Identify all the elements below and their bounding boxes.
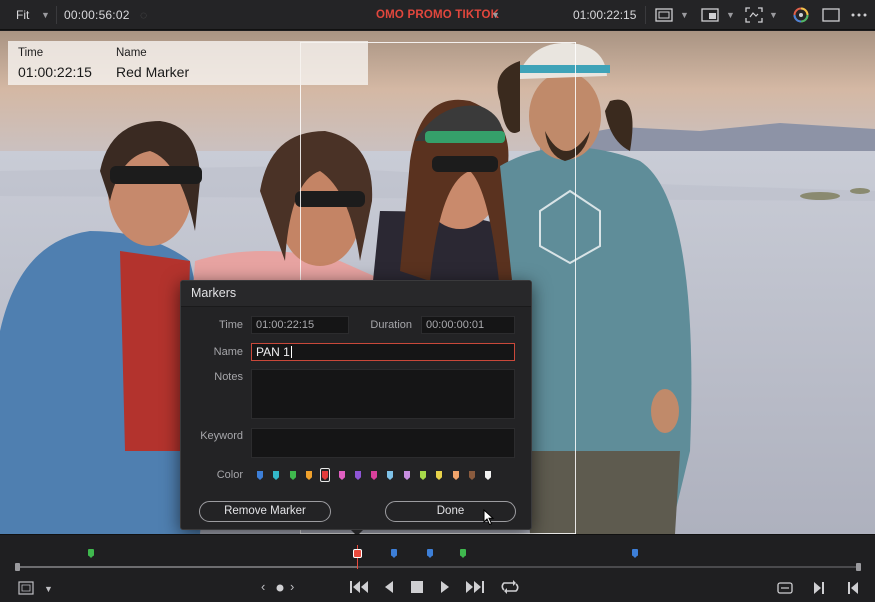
chevron-down-icon[interactable]: ▼	[44, 581, 53, 597]
color-swatch[interactable]	[339, 471, 345, 480]
timeline-name[interactable]: OMO PROMO TIKTOK	[376, 0, 499, 30]
notes-textarea[interactable]	[251, 369, 515, 419]
chevron-down-icon[interactable]: ▼	[41, 0, 50, 30]
previous-frame-icon[interactable]	[846, 581, 860, 595]
color-wheel-icon[interactable]	[792, 7, 810, 23]
markers-dialog: Markers Time 01:00:22:15 Duration 00:00:…	[180, 280, 532, 536]
chevron-down-icon[interactable]: ▼	[769, 0, 778, 30]
marker-info-overlay: Time Name 01:00:22:15 Red Marker	[8, 41, 368, 85]
duration-label: Duration	[370, 319, 412, 331]
record-timecode: 01:00:22:15	[573, 8, 637, 22]
loop-icon[interactable]	[500, 579, 520, 595]
marker-dot-icon[interactable]	[276, 584, 284, 592]
color-swatch[interactable]	[436, 471, 442, 480]
viewer-header: Fit ▼ 00:00:56:02 ◌ OMO PROMO TIKTOK ▼ 0…	[0, 0, 875, 30]
selected-color-indicator	[320, 468, 330, 482]
mini-timeline: ▼ ‹ ›	[0, 534, 875, 602]
chevron-down-icon[interactable]: ▼	[491, 0, 500, 30]
remove-marker-button[interactable]: Remove Marker	[199, 501, 331, 522]
color-swatch[interactable]	[420, 471, 426, 480]
divider	[56, 6, 57, 24]
time-label: Time	[218, 319, 243, 331]
transform-icon[interactable]	[745, 7, 763, 23]
go-to-end-icon[interactable]	[465, 580, 485, 594]
mouse-cursor-icon	[483, 509, 495, 526]
color-swatch[interactable]	[404, 471, 410, 480]
color-swatch[interactable]	[355, 471, 361, 480]
notes-label: Notes	[214, 371, 243, 383]
match-frame-icon[interactable]	[776, 581, 794, 595]
color-swatch[interactable]	[387, 471, 393, 480]
color-swatch[interactable]	[453, 471, 459, 480]
keyword-label: Keyword	[200, 430, 243, 442]
timeline-marker[interactable]	[632, 549, 638, 558]
divider	[645, 6, 646, 24]
timeline-marker[interactable]	[88, 549, 94, 558]
timeline-marker[interactable]	[391, 549, 397, 558]
color-swatch[interactable]	[371, 471, 377, 480]
in-handle[interactable]	[15, 563, 20, 571]
time-field: 01:00:22:15	[251, 316, 349, 334]
next-marker-button[interactable]: ›	[290, 579, 294, 595]
playhead-handle[interactable]	[353, 549, 362, 558]
play-reverse-icon[interactable]	[383, 580, 395, 594]
out-handle[interactable]	[856, 563, 861, 571]
name-label: Name	[213, 346, 243, 358]
safe-area-icon[interactable]	[18, 581, 34, 595]
previous-marker-button[interactable]: ‹	[261, 579, 265, 595]
color-swatch[interactable]	[257, 471, 263, 480]
source-duration-timecode: 00:00:56:02	[64, 8, 130, 22]
color-swatch[interactable]	[273, 471, 279, 480]
overlay-time-value: 01:00:22:15	[18, 64, 92, 80]
timecode-options-icon[interactable]: ◌	[140, 0, 147, 30]
overlay-name-value: Red Marker	[116, 64, 190, 80]
timeline-marker[interactable]	[427, 549, 433, 558]
next-frame-icon[interactable]	[812, 581, 826, 595]
color-swatch[interactable]	[290, 471, 296, 480]
timeline-marker[interactable]	[460, 549, 466, 558]
color-swatch[interactable]	[306, 471, 312, 480]
overlay-name-label: Name	[116, 47, 147, 59]
keyword-field[interactable]	[251, 428, 515, 458]
safe-area-guide	[575, 42, 576, 534]
text-cursor	[290, 346, 292, 358]
name-input[interactable]: PAN 1	[251, 343, 515, 361]
color-label: Color	[216, 469, 243, 481]
play-icon[interactable]	[439, 580, 451, 594]
stop-icon[interactable]	[410, 580, 424, 594]
duration-field[interactable]: 00:00:00:01	[421, 316, 515, 334]
viewer-layout-icon[interactable]	[655, 7, 673, 23]
chevron-down-icon[interactable]: ▼	[680, 0, 689, 30]
single-viewer-icon[interactable]	[822, 7, 840, 23]
dialog-title: Markers	[191, 286, 237, 300]
jog-bar-progress	[18, 566, 358, 568]
color-swatch[interactable]	[469, 471, 475, 480]
name-input-value: PAN 1	[256, 345, 290, 359]
hd-overlay-icon[interactable]	[701, 7, 719, 23]
more-options-icon[interactable]	[849, 7, 869, 23]
color-swatch[interactable]	[485, 471, 491, 480]
overlay-time-label: Time	[18, 47, 44, 59]
zoom-dropdown[interactable]: Fit	[16, 0, 29, 30]
go-to-start-icon[interactable]	[349, 580, 369, 594]
chevron-down-icon[interactable]: ▼	[726, 0, 735, 30]
